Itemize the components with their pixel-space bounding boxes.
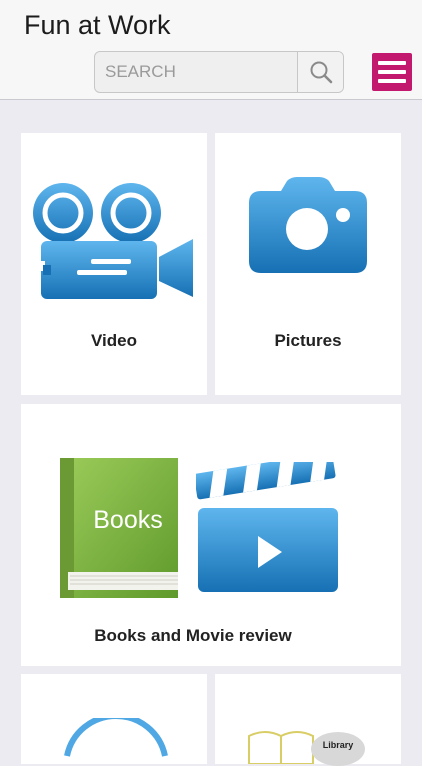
library-badge: Library (311, 732, 365, 766)
circle-icon (64, 718, 168, 757)
tile-video[interactable]: Video (21, 133, 207, 395)
tile-pictures[interactable]: Pictures (215, 133, 401, 395)
tile-label: Pictures (274, 331, 342, 350)
hamburger-menu-icon (378, 61, 406, 65)
search-button[interactable] (297, 52, 343, 92)
books-icon: Books (60, 458, 178, 598)
search-icon (310, 61, 332, 84)
tile-label: Books and Movie review (94, 626, 292, 645)
page-title: Fun at Work (24, 10, 171, 40)
menu-button[interactable] (372, 53, 412, 91)
clapperboard-icon (196, 462, 338, 592)
tile-books-movie-review[interactable]: Books Books and Movie review (21, 404, 401, 666)
camera-icon (249, 177, 367, 273)
video-camera-icon (33, 183, 193, 299)
search-input[interactable] (95, 52, 299, 92)
app-header: Fun at Work (0, 0, 422, 100)
svg-text:Books: Books (93, 506, 162, 534)
tile-label: Video (91, 331, 137, 350)
tile-partial-left[interactable] (21, 674, 207, 764)
search-box (94, 51, 344, 93)
tile-partial-right[interactable]: Library (215, 674, 401, 766)
